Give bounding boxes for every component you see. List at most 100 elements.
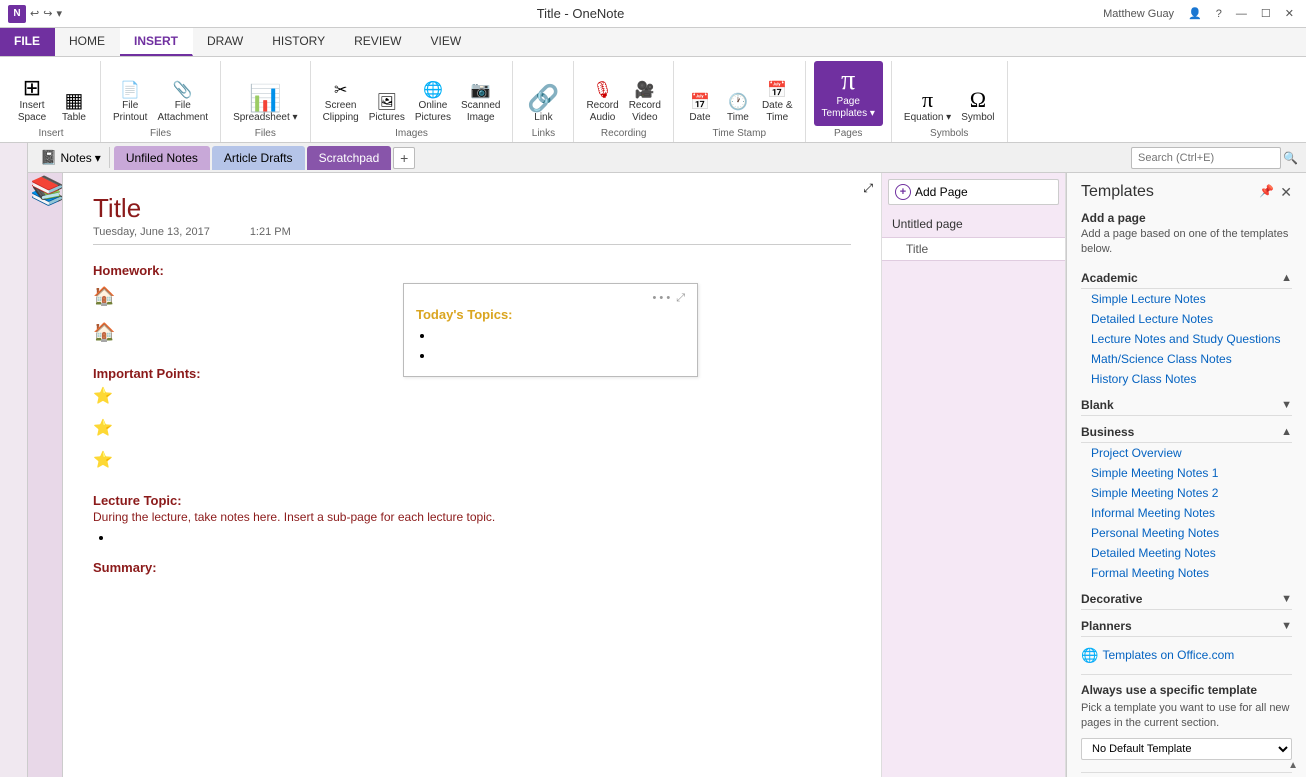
collapse-ribbon-btn[interactable]: ▲	[1288, 760, 1298, 771]
planners-cat-header[interactable]: Planners ▼	[1081, 616, 1292, 637]
blank-cat-name: Blank	[1081, 398, 1114, 412]
topics-drag-handle[interactable]: • • •	[653, 292, 671, 305]
record-audio-icon: 🎙	[592, 83, 612, 99]
business-items: Project Overview Simple Meeting Notes 1 …	[1081, 443, 1292, 583]
page-title-area: Title Tuesday, June 13, 2017 1:21 PM	[93, 193, 851, 245]
template-detailed-meeting[interactable]: Detailed Meeting Notes	[1081, 543, 1292, 563]
record-audio-label: RecordAudio	[586, 100, 618, 124]
tab-draw[interactable]: DRAW	[193, 28, 258, 56]
template-simple-lecture[interactable]: Simple Lecture Notes	[1081, 289, 1292, 309]
tab-article[interactable]: Article Drafts	[212, 146, 305, 170]
undo-btn[interactable]: ↩	[30, 7, 39, 20]
ribbon-group-recording-items: 🎙 RecordAudio 🎥 RecordVideo	[582, 61, 665, 126]
screen-clipping-btn[interactable]: ✂ ScreenClipping	[319, 81, 363, 126]
redo-btn[interactable]: ↪	[43, 7, 52, 20]
create-template-section: Create new template Save current page as…	[1081, 772, 1292, 777]
record-video-icon: 🎥	[635, 83, 655, 99]
spreadsheet-btn[interactable]: 📊 Spreadsheet ▾	[229, 83, 302, 126]
add-page-btn[interactable]: + Add Page	[888, 179, 1059, 205]
office-link-row: 🌐 Templates on Office.com	[1081, 647, 1292, 664]
topic-item-2	[434, 348, 685, 362]
pictures-btn[interactable]: 🖼 Pictures	[365, 93, 409, 126]
template-dropdown[interactable]: No Default Template	[1082, 739, 1291, 759]
blank-cat-header[interactable]: Blank ▼	[1081, 395, 1292, 416]
template-lecture-study[interactable]: Lecture Notes and Study Questions	[1081, 329, 1292, 349]
page-content[interactable]: Title Tuesday, June 13, 2017 1:21 PM Hom…	[63, 173, 881, 777]
maximize-btn[interactable]: ☐	[1257, 5, 1275, 22]
time-btn[interactable]: 🕐 Time	[720, 93, 756, 126]
template-simple-meeting-2[interactable]: Simple Meeting Notes 2	[1081, 483, 1292, 503]
office-link[interactable]: Templates on Office.com	[1102, 648, 1234, 662]
topics-box-controls: • • • ⤢	[416, 292, 685, 305]
save-btn[interactable]: ▾	[56, 7, 62, 20]
tab-unfiled[interactable]: Unfiled Notes	[114, 146, 210, 170]
symbol-btn[interactable]: Ω Symbol	[957, 87, 998, 126]
insert-space-btn[interactable]: ⊞ InsertSpace	[10, 75, 54, 126]
link-btn[interactable]: 🔗 Link	[521, 83, 565, 126]
date-time-btn[interactable]: 📅 Date &Time	[758, 81, 797, 126]
template-formal-meeting[interactable]: Formal Meeting Notes	[1081, 563, 1292, 583]
tab-history[interactable]: HISTORY	[258, 28, 340, 56]
template-math-science[interactable]: Math/Science Class Notes	[1081, 349, 1292, 369]
tab-insert[interactable]: INSERT	[120, 28, 193, 56]
page-main-title[interactable]: Title	[93, 193, 851, 224]
academic-cat-header[interactable]: Academic ▲	[1081, 268, 1292, 289]
category-decorative: Decorative ▼	[1081, 589, 1292, 610]
add-tab-btn[interactable]: +	[393, 147, 415, 169]
page-templates-btn[interactable]: π PageTemplates ▾	[814, 61, 883, 126]
ribbon-group-files: 📄 FilePrintout 📎 FileAttachment Files	[101, 61, 221, 142]
lecture-topic-label: Lecture Topic:	[93, 493, 851, 508]
quick-access: ↩ ↪ ▾	[30, 7, 62, 20]
tab-home[interactable]: HOME	[55, 28, 120, 56]
tab-scratch[interactable]: Scratchpad	[307, 146, 392, 170]
notebook-selector[interactable]: 📓 Notes ▾	[32, 147, 110, 168]
decorative-cat-name: Decorative	[1081, 592, 1142, 606]
scanned-image-btn[interactable]: 📷 ScannedImage	[457, 81, 504, 126]
minimize-btn[interactable]: —	[1232, 6, 1251, 22]
date-btn[interactable]: 📅 Date	[682, 93, 718, 126]
template-detailed-lecture[interactable]: Detailed Lecture Notes	[1081, 309, 1292, 329]
topics-box: • • • ⤢ Today's Topics:	[403, 283, 698, 377]
record-video-btn[interactable]: 🎥 RecordVideo	[625, 81, 665, 126]
template-history[interactable]: History Class Notes	[1081, 369, 1292, 389]
search-btn[interactable]: 🔍	[1283, 151, 1298, 165]
tab-view[interactable]: VIEW	[416, 28, 476, 56]
insert-group-label: Insert	[10, 126, 92, 142]
page-item-untitled[interactable]: Untitled page	[882, 211, 1065, 238]
help-btn[interactable]: ?	[1212, 6, 1226, 22]
close-panel-btn[interactable]: ✕	[1280, 184, 1292, 201]
table-btn[interactable]: ▦ Table	[56, 89, 92, 126]
files-group-label: Files	[109, 126, 212, 142]
ribbon-group-images-items: ✂ ScreenClipping 🖼 Pictures 🌐 OnlinePict…	[319, 61, 505, 126]
file-attachment-btn[interactable]: 📎 FileAttachment	[153, 81, 212, 126]
template-personal-meeting[interactable]: Personal Meeting Notes	[1081, 523, 1292, 543]
pin-panel-btn[interactable]: 📌	[1259, 184, 1274, 201]
search-input[interactable]	[1131, 147, 1281, 169]
date-time-icon: 📅	[767, 83, 787, 99]
expand-page-btn[interactable]: ⤢	[863, 181, 873, 196]
tab-review[interactable]: REVIEW	[340, 28, 416, 56]
template-project-overview[interactable]: Project Overview	[1081, 443, 1292, 463]
close-btn[interactable]: ✕	[1281, 5, 1298, 22]
page-item-untitled-label: Untitled page	[892, 217, 963, 231]
notebook-label: Notes	[60, 151, 91, 165]
onenote-logo: N	[8, 5, 26, 23]
topics-expand-btn[interactable]: ⤢	[676, 292, 685, 305]
table-label: Table	[62, 112, 86, 124]
template-simple-meeting-1[interactable]: Simple Meeting Notes 1	[1081, 463, 1292, 483]
decorative-cat-header[interactable]: Decorative ▼	[1081, 589, 1292, 610]
equation-btn[interactable]: π Equation ▾	[900, 87, 955, 126]
page-item-title[interactable]: Title	[882, 238, 1065, 261]
template-informal-meeting[interactable]: Informal Meeting Notes	[1081, 503, 1292, 523]
online-pictures-btn[interactable]: 🌐 OnlinePictures	[411, 81, 455, 126]
templates-header-btns: 📌 ✕	[1259, 184, 1292, 201]
tab-file[interactable]: FILE	[0, 28, 55, 56]
tab-unfiled-label: Unfiled Notes	[126, 151, 198, 165]
business-cat-header[interactable]: Business ▲	[1081, 422, 1292, 443]
pictures-icon: 🖼	[377, 95, 397, 111]
online-pictures-label: OnlinePictures	[415, 100, 451, 124]
file-printout-btn[interactable]: 📄 FilePrintout	[109, 81, 151, 126]
scanned-image-icon: 📷	[471, 83, 491, 99]
category-planners: Planners ▼	[1081, 616, 1292, 637]
record-audio-btn[interactable]: 🎙 RecordAudio	[582, 81, 622, 126]
